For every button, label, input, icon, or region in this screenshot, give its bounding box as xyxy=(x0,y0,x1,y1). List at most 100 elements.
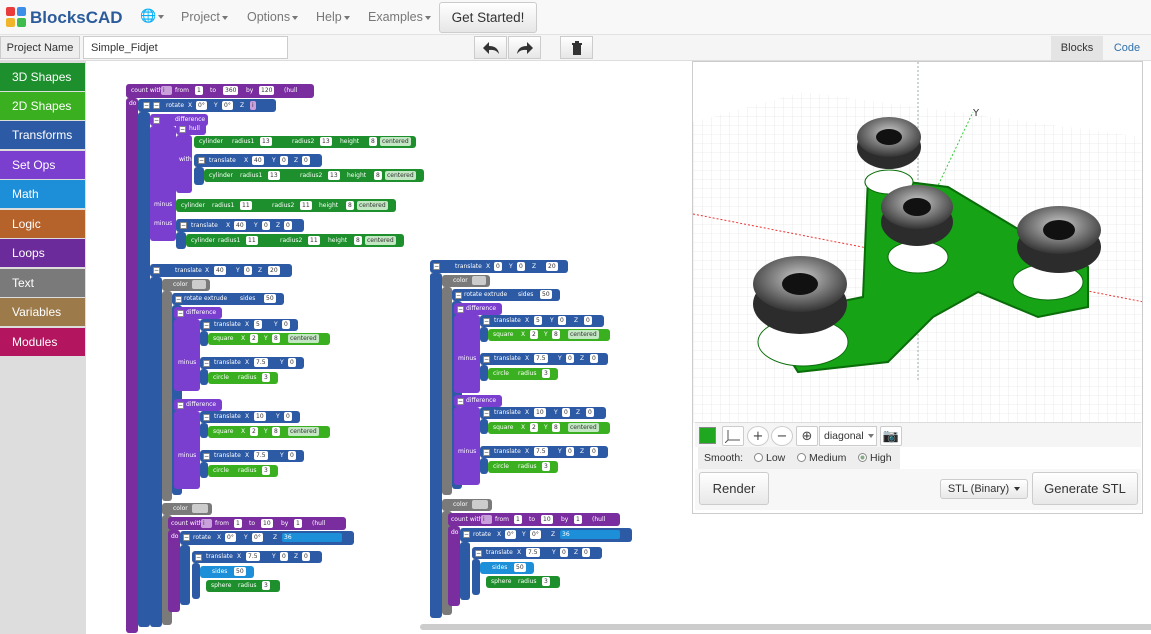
project-name-label: Project Name xyxy=(0,36,80,59)
translate-block[interactable]: − translate X 0 Y 0 Z 20 xyxy=(430,260,568,273)
rotate-block[interactable]: − rotate X 0° Y 0° Z 36 xyxy=(460,528,632,542)
viewer-toolbar: + − ⊕ diagonal 📷 xyxy=(695,422,1141,447)
cylinder-block[interactable]: cylinder radius1 13 radius2 13 height 8 … xyxy=(204,169,424,182)
app-title: BlocksCAD xyxy=(30,8,123,27)
category-sidebar: 3D Shapes 2D Shapes Transforms Set Ops M… xyxy=(0,61,86,634)
count-with-block[interactable]: count with i from 1 to 360 by 120 (hull xyxy=(126,84,314,98)
blockscad-logo[interactable]: BlocksCAD xyxy=(6,7,123,29)
circle-block[interactable]: circle radius 3 xyxy=(208,372,278,384)
translate-block[interactable]: − translate X 7.5 Y 0 Z 0 xyxy=(480,446,608,458)
menu-examples[interactable]: Examples xyxy=(368,10,431,24)
get-started-button[interactable]: Get Started! xyxy=(439,2,537,33)
difference-block[interactable]: − difference xyxy=(454,395,502,407)
format-select[interactable]: STL (Binary) xyxy=(940,479,1028,499)
smooth-medium-radio[interactable]: Medium xyxy=(797,452,846,464)
category-set-ops[interactable]: Set Ops xyxy=(0,151,85,179)
workspace-scrollbar[interactable] xyxy=(420,624,1151,630)
undo-button[interactable] xyxy=(474,36,507,59)
view-select[interactable]: diagonal xyxy=(819,426,877,446)
cylinder-block[interactable]: cylinder radius1 13 radius2 13 height 8 … xyxy=(194,136,416,148)
hull-block[interactable]: − hull xyxy=(176,123,206,135)
difference-block[interactable]: − difference xyxy=(174,399,222,411)
top-navbar: BlocksCAD 🌐 Project Options Help Example… xyxy=(0,0,1151,35)
color-block[interactable]: color xyxy=(162,503,212,515)
circle-block[interactable]: circle radius 3 xyxy=(208,465,278,477)
render-button[interactable]: Render xyxy=(699,472,769,505)
tab-blocks[interactable]: Blocks xyxy=(1051,36,1103,60)
translate-block[interactable]: − translate X 7.5 Y 0 xyxy=(200,450,304,462)
color-swatch[interactable] xyxy=(699,427,716,444)
smooth-low-radio[interactable]: Low xyxy=(754,452,785,464)
target-icon[interactable]: ⊕ xyxy=(796,426,818,446)
category-3d-shapes[interactable]: 3D Shapes xyxy=(0,63,85,91)
circle-block[interactable]: circle radius 3 xyxy=(488,368,558,380)
category-loops[interactable]: Loops xyxy=(0,239,85,267)
menu-project[interactable]: Project xyxy=(181,10,228,24)
bearing xyxy=(857,117,921,169)
translate-block[interactable]: − translate X 7.5 Y 0 xyxy=(200,357,304,369)
color-block[interactable]: color xyxy=(442,275,490,287)
render-canvas[interactable]: Y xyxy=(693,62,1143,423)
rotate-extrude-block[interactable]: − rotate extrude sides 50 xyxy=(452,289,560,301)
category-math[interactable]: Math xyxy=(0,180,85,208)
category-logic[interactable]: Logic xyxy=(0,210,85,238)
translate-block[interactable]: − translate X 7.5 Y 0 Z 0 xyxy=(480,353,608,365)
category-transforms[interactable]: Transforms xyxy=(0,121,85,149)
rotate-block[interactable]: − rotate X 0° Y 0° Z 36 xyxy=(180,531,354,545)
redo-button[interactable] xyxy=(508,36,541,59)
bearing xyxy=(1017,206,1101,273)
rotate-extrude-block[interactable]: − rotate extrude sides 50 xyxy=(172,293,284,305)
translate-block[interactable]: − translate X 40 Y 0 Z 20 xyxy=(150,264,292,277)
color-block[interactable]: color xyxy=(162,279,210,291)
square-block[interactable]: square X 2 Y 8 centered xyxy=(208,333,330,345)
zoom-out-icon[interactable]: − xyxy=(771,426,793,446)
category-modules[interactable]: Modules xyxy=(0,328,85,356)
cylinder-block[interactable]: cylinder radius1 11 radius2 11 height 8 … xyxy=(176,199,396,212)
menu-help[interactable]: Help xyxy=(316,10,350,24)
trash-icon xyxy=(571,40,582,55)
translate-block[interactable]: − translate X 40 Y 0 Z 0 xyxy=(194,154,322,167)
translate-block[interactable]: − translate X 5 Y 0 Z 0 xyxy=(480,315,604,327)
circle-block[interactable]: circle radius 3 xyxy=(488,461,558,473)
square-block[interactable]: square X 2 Y 8 centered xyxy=(208,426,330,438)
bearing xyxy=(881,185,953,246)
sides-block[interactable]: sides 50 xyxy=(200,566,254,578)
menu-options[interactable]: Options xyxy=(247,10,299,24)
translate-block[interactable]: − translate X 40 Y 0 Z 0 xyxy=(176,219,304,232)
sides-block[interactable]: sides 50 xyxy=(480,562,534,574)
zoom-in-icon[interactable]: + xyxy=(747,426,769,446)
cylinder-block[interactable]: cylinder radius1 11 radius2 11 height 8 … xyxy=(186,234,404,247)
difference-block[interactable]: − difference xyxy=(454,303,502,315)
translate-block[interactable]: − translate X 7.5 Y 0 Z 0 xyxy=(192,551,322,563)
project-name-input[interactable] xyxy=(83,36,288,59)
globe-icon[interactable]: 🌐 xyxy=(140,9,165,24)
redo-icon xyxy=(516,41,533,54)
sphere-block[interactable]: sphere radius 3 xyxy=(486,576,560,588)
rotate-block[interactable]: − − rotate X 0° Y 0° Z i xyxy=(138,99,276,112)
camera-icon[interactable]: 📷 xyxy=(880,426,902,446)
count-with-block[interactable]: count with i from 1 to 10 by 1 (hull xyxy=(448,513,620,526)
axes-icon[interactable] xyxy=(722,426,744,446)
project-toolbar: Project Name Blocks Code xyxy=(0,35,1151,61)
translate-block[interactable]: − translate X 10 Y 0 xyxy=(200,411,300,423)
square-block[interactable]: square X 2 Y 8 centered xyxy=(488,329,610,341)
category-variables[interactable]: Variables xyxy=(0,298,85,326)
difference-block[interactable]: − difference xyxy=(174,307,222,319)
smooth-high-radio[interactable]: High xyxy=(858,452,892,464)
logo-icon xyxy=(6,7,28,29)
blocks-workspace[interactable]: count with i from 1 to 360 by 120 (hull … xyxy=(86,61,692,634)
square-block[interactable]: square X 2 Y 8 centered xyxy=(488,422,610,434)
translate-block[interactable]: − translate X 10 Y 0 Z 0 xyxy=(480,407,606,419)
category-text[interactable]: Text xyxy=(0,269,85,297)
generate-stl-button[interactable]: Generate STL xyxy=(1032,472,1138,505)
undo-icon xyxy=(482,41,499,54)
translate-block[interactable]: − translate X 7.5 Y 0 Z 0 xyxy=(472,547,602,559)
color-block[interactable]: color xyxy=(442,499,492,511)
sphere-block[interactable]: sphere radius 3 xyxy=(206,580,280,592)
translate-block[interactable]: − translate X 5 Y 0 xyxy=(200,319,298,331)
loop-body-rail xyxy=(126,98,138,633)
delete-button[interactable] xyxy=(560,36,593,59)
count-with-block[interactable]: count with i from 1 to 10 by 1 (hull xyxy=(168,517,346,530)
category-2d-shapes[interactable]: 2D Shapes xyxy=(0,92,85,120)
tab-code[interactable]: Code xyxy=(1106,36,1148,60)
